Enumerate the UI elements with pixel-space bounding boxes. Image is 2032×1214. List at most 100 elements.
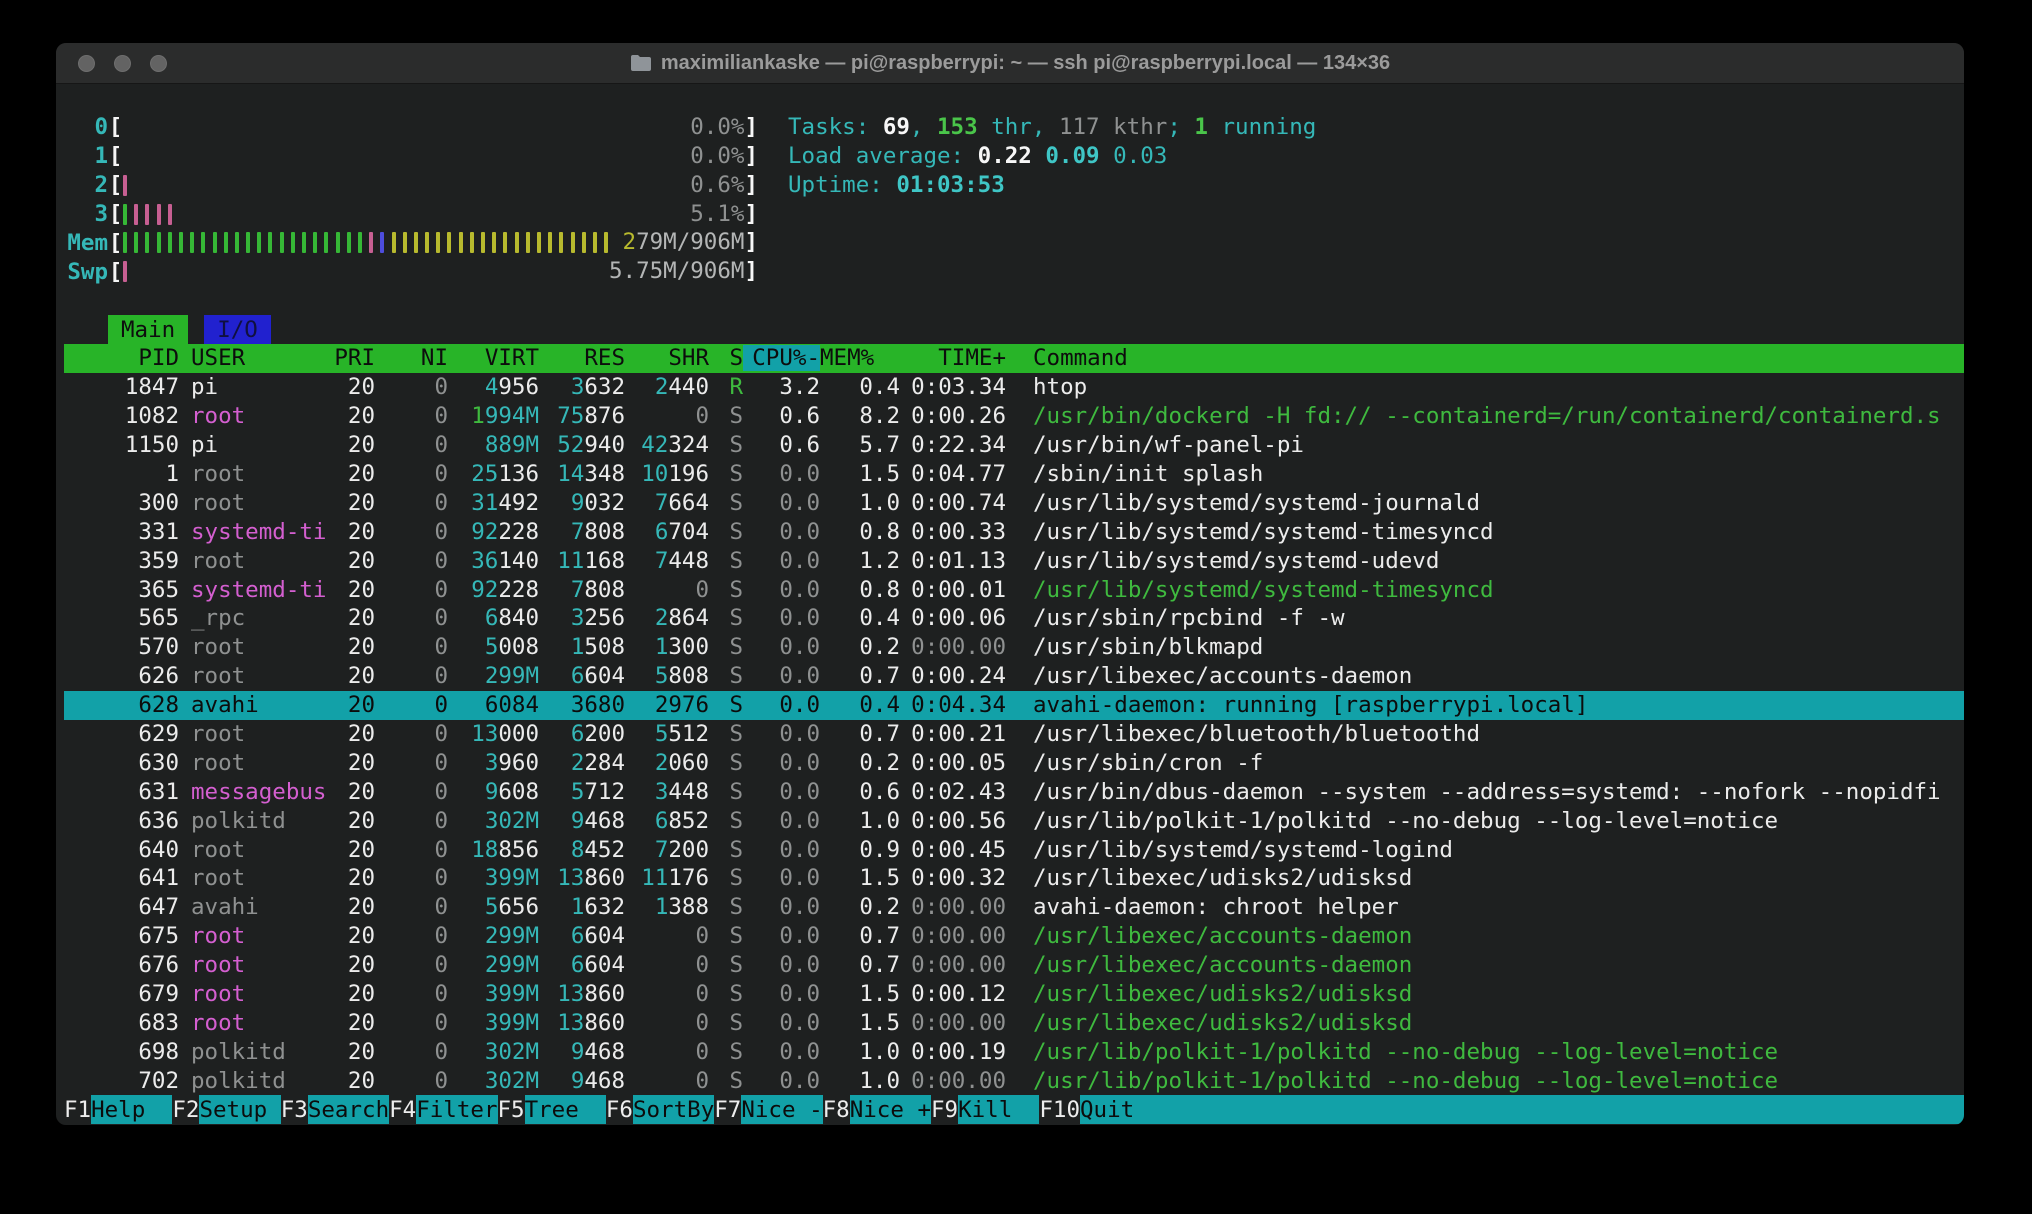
column-header-pri[interactable]: PRI xyxy=(331,345,375,371)
process-row-679[interactable]: 679root200399M138600S0.01.50:00.12/usr/l… xyxy=(64,980,1964,1009)
text-segment: 9 xyxy=(571,490,585,516)
fkey-label-nice+[interactable]: Nice + xyxy=(850,1095,931,1124)
cell-cpu: 0.6 xyxy=(743,403,820,429)
cell-state: S xyxy=(709,634,743,660)
column-header-ni[interactable]: NI xyxy=(375,345,448,371)
fkey-label-kill[interactable]: Kill xyxy=(958,1095,1039,1124)
fkey-f2[interactable]: F2 xyxy=(172,1095,199,1124)
fkey-f4[interactable]: F4 xyxy=(389,1095,416,1124)
text-segment: 0 xyxy=(434,548,448,574)
column-header-cpu[interactable]: CPU%- xyxy=(743,345,820,371)
text-segment: 5 xyxy=(655,721,669,747)
fkey-f1[interactable]: F1 xyxy=(64,1095,91,1124)
process-row-1082[interactable]: 1082root2001994M758760S0.68.20:00.26/usr… xyxy=(64,402,1964,431)
process-row-1847[interactable]: 1847pi200495636322440R3.20.40:03.34htop xyxy=(64,373,1964,402)
text-segment: 468 xyxy=(584,808,625,834)
process-row-641[interactable]: 641root200399M1386011176S0.01.50:00.32/u… xyxy=(64,864,1964,893)
meter-label: Mem xyxy=(64,230,108,256)
meter-bar xyxy=(492,232,496,253)
process-row-631[interactable]: 631messagebus200960857123448S0.00.60:02.… xyxy=(64,777,1964,806)
cell-state: S xyxy=(709,548,743,574)
column-header-mem[interactable]: MEM% xyxy=(820,345,900,371)
text-segment: 6 xyxy=(655,808,669,834)
cell-ni: 0 xyxy=(375,808,448,834)
meter-label: 3 xyxy=(64,201,108,227)
text-segment: 0 xyxy=(434,779,448,805)
text-segment: 324 xyxy=(668,432,709,458)
fkey-f5[interactable]: F5 xyxy=(498,1095,525,1124)
process-row-636[interactable]: 636polkitd200302M94686852S0.01.00:00.56/… xyxy=(64,806,1964,835)
fkey-label-search[interactable]: Search xyxy=(308,1095,389,1124)
text-segment: 631 xyxy=(138,779,179,805)
fkey-label-help[interactable]: Help xyxy=(91,1095,172,1124)
text-segment: S xyxy=(729,634,743,660)
process-row-359[interactable]: 359root20036140111687448S0.01.20:01.13/u… xyxy=(64,546,1964,575)
process-row-1150[interactable]: 1150pi200889M5294042324S0.65.70:22.34/us… xyxy=(64,431,1964,460)
column-header-time[interactable]: TIME+ xyxy=(900,345,1006,371)
column-header-res[interactable]: RES xyxy=(539,345,625,371)
column-header-shr[interactable]: SHR xyxy=(625,345,709,371)
text-segment: systemd-ti xyxy=(191,519,326,545)
fkey-label-sortby[interactable]: SortBy xyxy=(633,1095,714,1124)
process-row-628[interactable]: 628avahi200608436802976S0.00.40:04.34ava… xyxy=(64,691,1964,720)
process-row-570[interactable]: 570root200500815081300S0.00.20:00.00/usr… xyxy=(64,633,1964,662)
cell-pri: 20 xyxy=(331,519,375,545)
fkey-f3[interactable]: F3 xyxy=(281,1095,308,1124)
text-segment: 664 xyxy=(668,490,709,516)
fkey-label-setup[interactable]: Setup xyxy=(199,1095,280,1124)
process-row-300[interactable]: 300root2003149290327664S0.01.00:00.74/us… xyxy=(64,488,1964,517)
process-row-565[interactable]: 565_rpc200684032562864S0.00.40:00.06/usr… xyxy=(64,604,1964,633)
process-row-1[interactable]: 1root200251361434810196S0.01.50:04.77/sb… xyxy=(64,460,1964,489)
column-header-user[interactable]: USER xyxy=(191,345,331,371)
text-segment: 3 xyxy=(485,750,499,776)
text-segment: 0:00.00 xyxy=(911,1068,1006,1094)
fkey-f10[interactable]: F10 xyxy=(1039,1095,1080,1124)
column-header-s[interactable]: S xyxy=(709,345,743,371)
process-row-676[interactable]: 676root200299M66040S0.00.70:00.00/usr/li… xyxy=(64,951,1964,980)
fkey-f6[interactable]: F6 xyxy=(606,1095,633,1124)
fkey-label-quit[interactable]: Quit xyxy=(1080,1095,1161,1124)
process-row-675[interactable]: 675root200299M66040S0.00.70:00.00/usr/li… xyxy=(64,922,1964,951)
cell-cpu: 0.0 xyxy=(743,1039,820,1065)
process-row-683[interactable]: 683root200399M138600S0.01.50:00.00/usr/l… xyxy=(64,1009,1964,1038)
tab-io[interactable]: I/O xyxy=(204,315,271,344)
column-header-virt[interactable]: VIRT xyxy=(448,345,539,371)
minimize-button[interactable] xyxy=(114,55,131,72)
process-row-629[interactable]: 629root2001300062005512S0.00.70:00.21/us… xyxy=(64,720,1964,749)
text-segment: 31 xyxy=(471,490,498,516)
process-row-626[interactable]: 626root200299M66045808S0.00.70:00.24/usr… xyxy=(64,662,1964,691)
process-row-647[interactable]: 647avahi200565616321388S0.00.20:00.00ava… xyxy=(64,893,1964,922)
process-row-640[interactable]: 640root2001885684527200S0.00.90:00.45/us… xyxy=(64,835,1964,864)
process-row-698[interactable]: 698polkitd200302M94680S0.01.00:00.19/usr… xyxy=(64,1037,1964,1066)
fkey-label-tree[interactable]: Tree xyxy=(525,1095,606,1124)
fkey-label-nice-[interactable]: Nice - xyxy=(741,1095,822,1124)
text-segment: 5 xyxy=(571,779,585,805)
text-segment: 0:00.00 xyxy=(911,634,1006,660)
text-segment: S xyxy=(729,952,743,978)
tab-main[interactable]: Main xyxy=(108,315,188,344)
process-row-702[interactable]: 702polkitd200302M94680S0.01.00:00.00/usr… xyxy=(64,1066,1964,1095)
process-row-331[interactable]: 331systemd-ti2009222878086704S0.00.80:00… xyxy=(64,517,1964,546)
text-segment: 0 xyxy=(434,837,448,863)
cell-state: S xyxy=(709,461,743,487)
cell-cpu: 0.6 xyxy=(743,432,820,458)
text-segment: 1 xyxy=(571,894,585,920)
text-segment: 0 xyxy=(434,923,448,949)
close-button[interactable] xyxy=(78,55,95,72)
text-segment: /usr/libexec/accounts-daemon xyxy=(1033,663,1412,689)
cell-mem: 1.0 xyxy=(820,1068,900,1094)
fkey-f8[interactable]: F8 xyxy=(823,1095,850,1124)
text-segment: 0.0 xyxy=(779,692,820,718)
meter-bar xyxy=(157,204,161,225)
fkey-f7[interactable]: F7 xyxy=(714,1095,741,1124)
fkey-label-filter[interactable]: Filter xyxy=(416,1095,497,1124)
process-row-365[interactable]: 365systemd-ti2009222878080S0.00.80:00.01… xyxy=(64,575,1964,604)
process-row-630[interactable]: 630root200396022842060S0.00.20:00.05/usr… xyxy=(64,748,1964,777)
cell-mem: 0.8 xyxy=(820,577,900,603)
meter-bar xyxy=(201,232,205,253)
fkey-f9[interactable]: F9 xyxy=(931,1095,958,1124)
text-segment: /usr/lib/systemd/systemd-logind xyxy=(1033,837,1453,863)
zoom-button[interactable] xyxy=(150,55,167,72)
column-header-pid[interactable]: PID xyxy=(64,345,179,371)
column-header-command[interactable]: Command xyxy=(1033,345,1964,371)
